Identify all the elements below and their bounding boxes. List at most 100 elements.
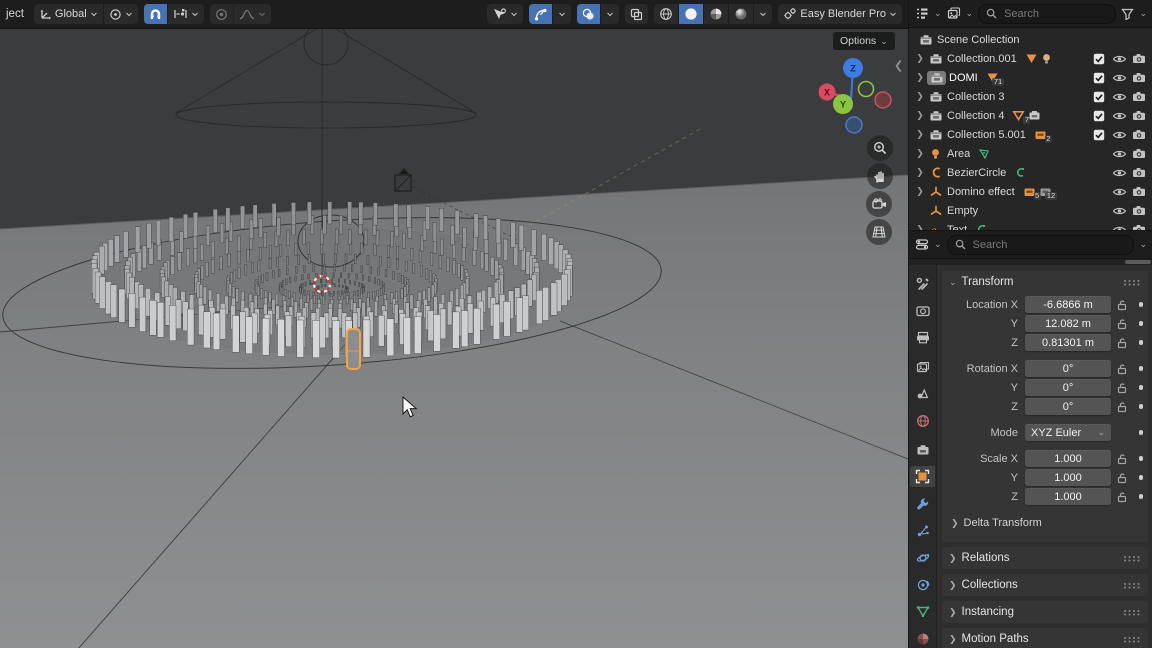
proportional-falloff-dropdown[interactable] [233,4,271,24]
xray-button[interactable] [625,4,648,24]
disclosure-chevron-icon[interactable]: ❯ [913,129,927,140]
snap-toggle-button[interactable] [144,4,167,24]
render-visibility-toggle[interactable] [1129,129,1149,140]
outliner-row-collection-5-001[interactable]: ❯Collection 5.0012 [909,125,1152,144]
animate-dot[interactable] [1133,456,1149,461]
panel-grip-icon[interactable] [1123,279,1141,286]
render-visibility-toggle[interactable] [1129,91,1149,102]
panel-instancing[interactable]: ❯Instancing [942,601,1148,623]
chevron-down-icon[interactable]: ⌄ [1139,239,1147,250]
outliner-row-collection-3[interactable]: ❯Collection 3 [909,87,1152,106]
exclude-checkbox[interactable] [1089,91,1109,103]
transform-orientation-dropdown[interactable]: Global [34,4,103,24]
lock-icon[interactable] [1111,491,1133,503]
outliner-row-domino-effect[interactable]: ❯Domino effect512 [909,182,1152,201]
lock-icon[interactable] [1111,453,1133,465]
location-z-field[interactable]: 0.81301 m [1025,334,1111,351]
scale-x-field[interactable]: 1.000 [1025,450,1111,467]
properties-search[interactable] [947,235,1135,255]
properties-tab-physics[interactable] [910,547,935,568]
outliner-row-empty[interactable]: Empty [909,201,1152,220]
animate-dot[interactable] [1133,494,1149,499]
properties-tab-object[interactable] [910,466,935,487]
hide-eye-toggle[interactable] [1109,187,1129,197]
exclude-checkbox[interactable] [1089,110,1109,122]
properties-tab-material[interactable] [910,628,935,648]
outliner-row-text[interactable]: ❯aText [909,220,1152,230]
overlays-dropdown[interactable] [600,4,619,24]
filter-funnel-icon[interactable] [1121,8,1134,20]
properties-tab-modifiers[interactable] [910,493,935,514]
exclude-checkbox[interactable] [1089,129,1109,141]
pan-button[interactable] [867,163,893,189]
properties-tab-constraints[interactable] [910,574,935,595]
animate-dot[interactable] [1133,475,1149,480]
outliner-editor-type-icon[interactable] [915,7,929,20]
hide-eye-toggle[interactable] [1109,206,1129,216]
animate-dot[interactable] [1133,321,1149,326]
exclude-checkbox[interactable] [1089,53,1109,65]
lock-icon[interactable] [1111,382,1133,394]
outliner-search-input[interactable] [1002,7,1108,21]
shading-rendered-button[interactable] [728,4,753,24]
shading-solid-button[interactable] [678,4,703,24]
scale-z-field[interactable]: 1.000 [1025,488,1111,505]
menu-object-label[interactable]: ject [6,8,24,20]
outliner-row-domi[interactable]: ❯DOMI71 [909,68,1152,87]
3d-viewport[interactable]: Options ⌄ Z X Y [0,29,908,648]
panel-grip-icon[interactable] [1123,636,1141,643]
zoom-button[interactable] [867,135,893,161]
properties-tab-particles[interactable] [910,520,935,541]
navigation-gizmo[interactable]: Z X Y [818,57,898,137]
show-gizmo-button[interactable] [529,4,552,24]
animate-dot[interactable] [1133,404,1149,409]
visibility-dropdown[interactable] [487,4,523,24]
outliner-row-collection-4[interactable]: ❯Collection 47 [909,106,1152,125]
scrollbar-thumb[interactable] [1125,260,1151,264]
shading-wireframe-button[interactable] [654,4,678,24]
properties-tab-tool[interactable] [910,273,935,294]
hide-eye-toggle[interactable] [1109,149,1129,159]
hide-eye-toggle[interactable] [1109,168,1129,178]
lock-icon[interactable] [1111,299,1133,311]
panel-relations[interactable]: ❯Relations [942,547,1148,569]
lock-icon[interactable] [1111,337,1133,349]
render-visibility-toggle[interactable] [1129,53,1149,64]
hide-eye-toggle[interactable] [1109,73,1129,83]
exclude-checkbox[interactable] [1089,72,1109,84]
outliner-row-area[interactable]: ❯Area [909,144,1152,163]
render-visibility-toggle[interactable] [1129,186,1149,197]
shading-dropdown[interactable] [753,4,772,24]
animate-dot[interactable] [1133,340,1149,345]
render-visibility-toggle[interactable] [1129,167,1149,178]
render-visibility-toggle[interactable] [1129,72,1149,83]
display-mode-icon[interactable] [947,7,961,20]
render-visibility-toggle[interactable] [1129,148,1149,159]
panel-collections[interactable]: ❯Collections [942,574,1148,596]
render-visibility-toggle[interactable] [1129,110,1149,121]
rotation-z-field[interactable]: 0° [1025,398,1111,415]
outliner-row-beziercircle[interactable]: ❯BezierCircle [909,163,1152,182]
properties-tab-scene[interactable] [910,383,935,404]
options-dropdown[interactable]: Options ⌄ [833,32,895,50]
disclosure-chevron-icon[interactable]: ❯ [913,110,927,121]
camera-view-button[interactable] [866,191,892,217]
scale-y-field[interactable]: 1.000 [1025,469,1111,486]
properties-tab-view-layer[interactable] [910,356,935,377]
panel-motion-paths[interactable]: ❯Motion Paths [942,628,1148,648]
panel-delta-transform[interactable]: ❯Delta Transform [944,512,1144,534]
gizmo-dropdown[interactable] [552,4,571,24]
show-overlays-button[interactable] [577,4,600,24]
lock-icon[interactable] [1111,363,1133,375]
disclosure-chevron-icon[interactable]: ❯ [913,148,927,159]
outliner-search[interactable] [978,4,1116,24]
pivot-point-dropdown[interactable] [103,4,138,24]
properties-tab-world[interactable] [910,410,935,431]
disclosure-chevron-icon[interactable]: ❯ [913,72,927,83]
panel-grip-icon[interactable] [1123,582,1141,589]
shading-material-button[interactable] [703,4,728,24]
lock-icon[interactable] [1111,401,1133,413]
panel-grip-icon[interactable] [1123,555,1141,562]
hide-eye-toggle[interactable] [1109,54,1129,64]
hide-eye-toggle[interactable] [1109,92,1129,102]
